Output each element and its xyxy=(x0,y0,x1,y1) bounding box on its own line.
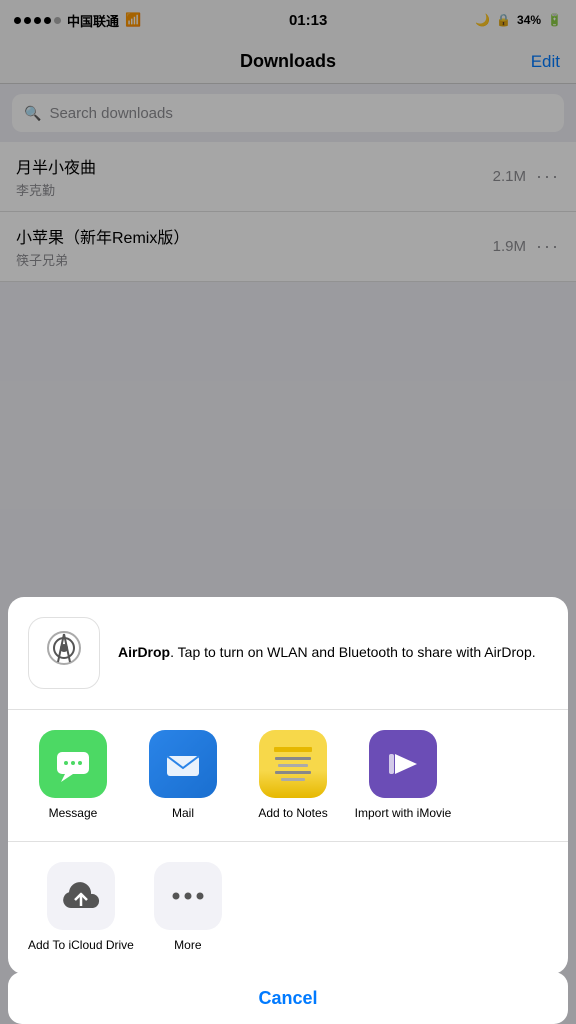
apps-row: Message Mail xyxy=(18,730,558,822)
mail-icon xyxy=(149,730,217,798)
airdrop-label: AirDrop xyxy=(118,644,170,660)
app-notes-label: Add to Notes xyxy=(258,806,327,822)
cancel-sheet[interactable]: Cancel xyxy=(8,972,568,1024)
message-icon xyxy=(39,730,107,798)
cancel-button[interactable]: Cancel xyxy=(258,988,317,1009)
action-more[interactable]: More xyxy=(154,862,222,954)
actions-section: Add To iCloud Drive More xyxy=(8,842,568,974)
app-mail-label: Mail xyxy=(172,806,194,822)
airdrop-icon xyxy=(42,626,86,679)
app-imovie[interactable]: Import with iMovie xyxy=(348,730,458,822)
action-more-label: More xyxy=(174,938,201,954)
airdrop-section[interactable]: AirDrop. Tap to turn on WLAN and Bluetoo… xyxy=(8,597,568,710)
app-notes[interactable]: Add to Notes xyxy=(238,730,348,822)
app-message[interactable]: Message xyxy=(18,730,128,822)
action-icloud[interactable]: Add To iCloud Drive xyxy=(28,862,134,954)
app-mail[interactable]: Mail xyxy=(128,730,238,822)
imovie-icon xyxy=(369,730,437,798)
share-sheet: AirDrop. Tap to turn on WLAN and Bluetoo… xyxy=(8,597,568,974)
airdrop-icon-wrap xyxy=(28,617,100,689)
icloud-drive-icon xyxy=(47,862,115,930)
notes-icon xyxy=(259,730,327,798)
app-imovie-label: Import with iMovie xyxy=(355,806,452,822)
action-icloud-label: Add To iCloud Drive xyxy=(28,938,134,954)
apps-row-section: Message Mail xyxy=(8,710,568,843)
airdrop-description: AirDrop. Tap to turn on WLAN and Bluetoo… xyxy=(118,643,536,663)
more-icon xyxy=(154,862,222,930)
app-message-label: Message xyxy=(49,806,98,822)
